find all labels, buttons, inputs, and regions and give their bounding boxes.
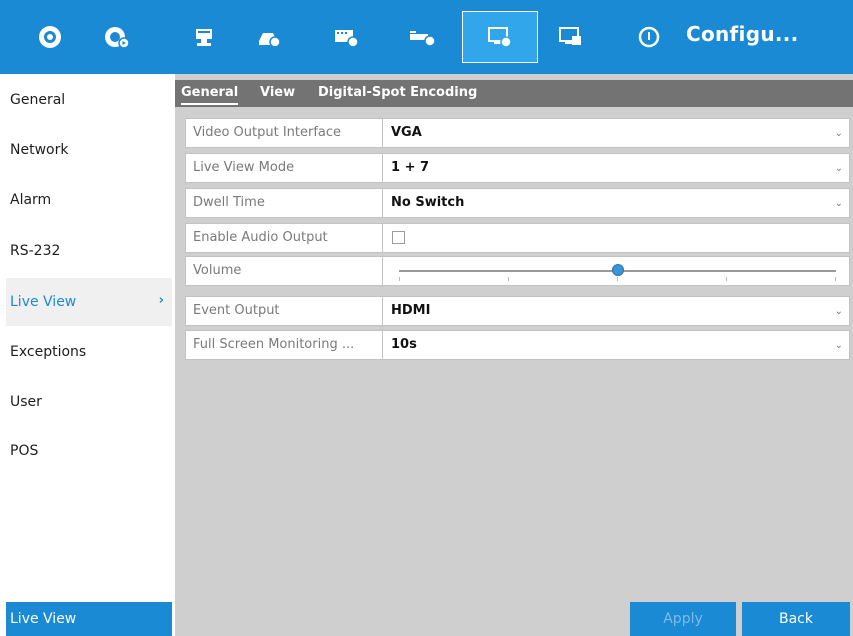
sidebar-item-label: RS-232 bbox=[10, 243, 61, 259]
chevron-right-icon: › bbox=[158, 293, 164, 308]
event-output-row: Event Output HDMI ⌄ bbox=[185, 296, 850, 326]
sidebar-item-general[interactable]: General bbox=[6, 76, 172, 124]
sidebar-item-pos[interactable]: POS bbox=[6, 427, 172, 475]
sidebar-item-network[interactable]: Network bbox=[6, 126, 172, 174]
slider-tick bbox=[399, 277, 400, 281]
sidebar-item-label: Alarm bbox=[10, 192, 52, 208]
live-view-icon[interactable] bbox=[27, 11, 73, 63]
sidebar-item-user[interactable]: User bbox=[6, 378, 172, 426]
live-view-mode-select[interactable]: 1 + 7 bbox=[391, 154, 429, 182]
sidebar-item-label: General bbox=[10, 92, 66, 108]
slider-tick bbox=[835, 277, 836, 281]
field-label: Dwell Time bbox=[186, 189, 383, 217]
chevron-down-icon[interactable]: ⌄ bbox=[835, 128, 843, 139]
full-screen-monitoring-row: Full Screen Monitoring ... 10s ⌄ bbox=[185, 330, 850, 360]
sidebar: General Network Alarm RS-232 Live View ›… bbox=[6, 74, 172, 636]
video-output-interface-row: Video Output Interface VGA ⌄ bbox=[185, 118, 850, 148]
sidebar-item-label: Network bbox=[10, 142, 69, 158]
playback-icon[interactable] bbox=[94, 11, 140, 63]
back-button[interactable]: Back bbox=[742, 602, 850, 636]
config-icon[interactable] bbox=[626, 11, 672, 63]
hdd-icon[interactable] bbox=[323, 11, 369, 63]
sidebar-item-rs232[interactable]: RS-232 bbox=[6, 227, 172, 275]
sidebar-item-alarm[interactable]: Alarm bbox=[6, 176, 172, 224]
full-screen-monitoring-select[interactable]: 10s bbox=[391, 331, 417, 359]
tab-digital-spot-encoding[interactable]: Digital-Spot Encoding bbox=[318, 85, 477, 100]
video-output-interface-select[interactable]: VGA bbox=[391, 119, 422, 147]
slider-tick bbox=[508, 277, 509, 281]
page-title: Configu... bbox=[686, 22, 799, 46]
field-label: Live View Mode bbox=[186, 154, 383, 182]
dwell-time-select[interactable]: No Switch bbox=[391, 189, 464, 217]
main-panel: General View Digital-Spot Encoding Video… bbox=[175, 74, 853, 636]
top-toolbar: Configu... bbox=[0, 0, 853, 74]
chevron-down-icon[interactable]: ⌄ bbox=[835, 306, 843, 317]
slider-tick bbox=[726, 277, 727, 281]
sidebar-item-label: Exceptions bbox=[10, 344, 87, 360]
network-icon[interactable] bbox=[400, 11, 446, 63]
event-output-select[interactable]: HDMI bbox=[391, 297, 430, 325]
sidebar-item-label: User bbox=[10, 394, 42, 410]
field-label: Enable Audio Output bbox=[186, 224, 383, 252]
sidebar-item-label: POS bbox=[10, 443, 39, 459]
live-view-mode-row: Live View Mode 1 + 7 ⌄ bbox=[185, 153, 850, 183]
chevron-down-icon[interactable]: ⌄ bbox=[835, 163, 843, 174]
slider-tick bbox=[617, 277, 618, 281]
dwell-time-row: Dwell Time No Switch ⌄ bbox=[185, 188, 850, 218]
tab-bar: General View Digital-Spot Encoding bbox=[175, 80, 853, 107]
field-label: Event Output bbox=[186, 297, 383, 325]
enable-audio-output-checkbox[interactable] bbox=[392, 231, 405, 244]
display-settings-icon[interactable] bbox=[462, 11, 538, 63]
field-label: Full Screen Monitoring ... bbox=[186, 331, 383, 359]
apply-button[interactable]: Apply bbox=[630, 602, 736, 636]
chevron-down-icon[interactable]: ⌄ bbox=[835, 198, 843, 209]
system-icon[interactable] bbox=[548, 11, 594, 63]
sidebar-item-live-view[interactable]: Live View › bbox=[6, 278, 172, 326]
chevron-down-icon[interactable]: ⌄ bbox=[835, 340, 843, 351]
record-icon[interactable] bbox=[246, 11, 292, 63]
field-label: Video Output Interface bbox=[186, 119, 383, 147]
sidebar-item-exceptions[interactable]: Exceptions bbox=[6, 328, 172, 376]
enable-audio-output-row: Enable Audio Output bbox=[185, 223, 850, 253]
sidebar-item-label: Live View bbox=[10, 294, 77, 310]
camera-icon[interactable] bbox=[182, 11, 228, 63]
field-label: Volume bbox=[186, 257, 383, 285]
tab-view[interactable]: View bbox=[260, 85, 295, 100]
volume-row: Volume bbox=[185, 256, 850, 286]
volume-slider-handle[interactable] bbox=[611, 264, 624, 276]
tab-general[interactable]: General bbox=[181, 85, 239, 105]
sidebar-footer: Live View bbox=[6, 602, 172, 636]
